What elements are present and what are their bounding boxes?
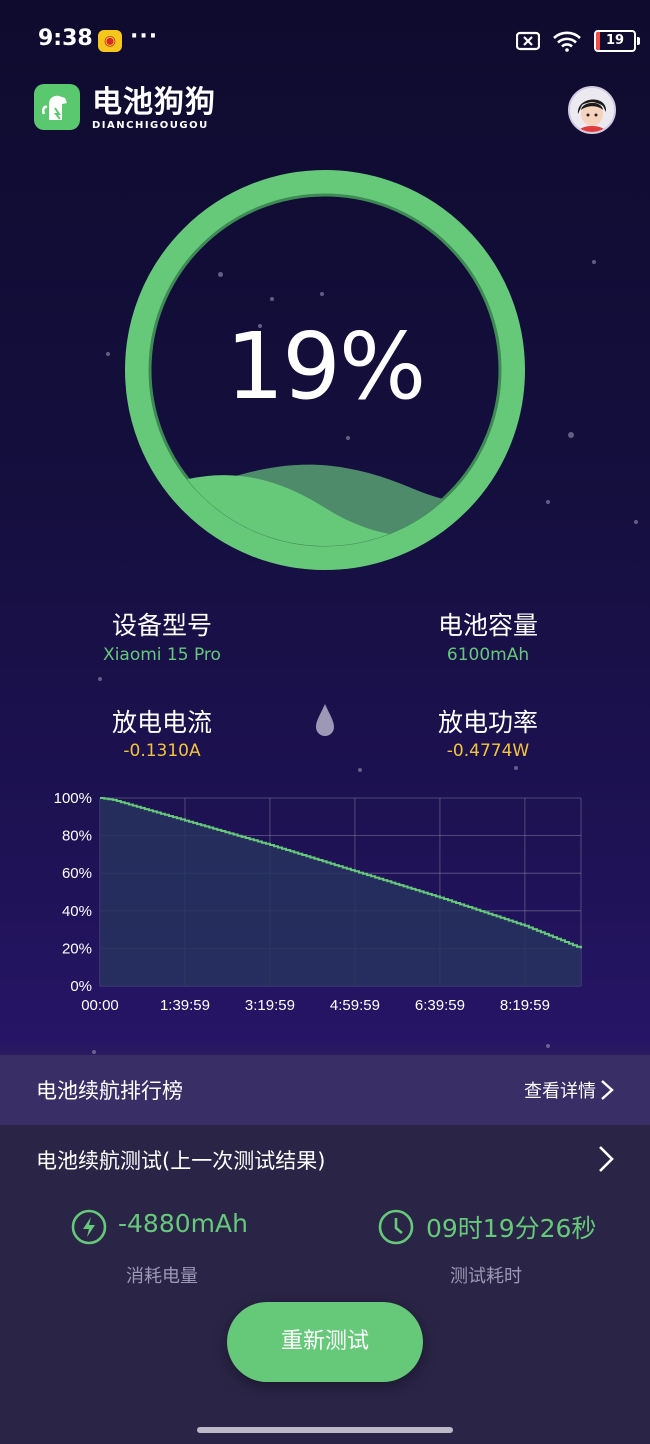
chevron-right-icon	[601, 1080, 614, 1100]
endurance-card: 电池续航测试(上一次测试结果) -4880mAh 消耗电量 09时19分26秒 …	[0, 1125, 650, 1444]
star-dot	[546, 500, 550, 504]
chart-y-tick: 100%	[54, 790, 92, 807]
battery-percent: 19%	[225, 313, 426, 420]
star-dot	[592, 260, 596, 264]
current-label: 放电电流	[111, 708, 212, 737]
dog-logo-icon	[41, 95, 67, 120]
ranking-title: 电池续航排行榜	[36, 1079, 183, 1103]
app-brand: 电池狗狗 DIANCHIGOUGOU	[92, 86, 216, 132]
capacity-label: 电池容量	[437, 611, 538, 640]
status-icons: 19	[516, 30, 640, 52]
battery-indicator: 19	[594, 30, 640, 52]
ranking-details-link[interactable]: 查看详情	[524, 1077, 596, 1103]
app-logo	[34, 84, 80, 130]
consumption-value: -4880mAh	[118, 1209, 248, 1238]
star-dot	[358, 768, 362, 772]
weibo-icon: ◉	[98, 30, 122, 52]
app-name: 电池狗狗	[92, 85, 216, 120]
chart-y-tick: 60%	[62, 865, 92, 882]
star-dot	[546, 1044, 550, 1048]
star-dot	[106, 352, 110, 356]
chart-x-tick: 3:19:59	[245, 997, 295, 1014]
chart-y-tick: 40%	[62, 903, 92, 920]
chart-y-tick: 20%	[62, 940, 92, 957]
star-dot	[98, 677, 102, 681]
status-time: 9:38	[38, 26, 93, 51]
duration-label: 测试耗时	[450, 1266, 522, 1287]
model-value: Xiaomi 15 Pro	[103, 645, 221, 665]
home-indicator[interactable]	[197, 1427, 453, 1433]
avatar-image	[570, 88, 614, 132]
ranking-row[interactable]: 电池续航排行榜 查看详情	[0, 1055, 650, 1125]
lightning-icon	[71, 1209, 107, 1245]
chart-x-tick: 4:59:59	[330, 997, 380, 1014]
chart-x-tick: 8:19:59	[500, 997, 550, 1014]
retest-button[interactable]: 重新测试	[227, 1302, 423, 1382]
wifi-icon	[553, 31, 581, 52]
star-dot	[514, 766, 518, 770]
chart-x-tick: 00:00	[81, 997, 119, 1014]
star-dot	[92, 1050, 96, 1054]
sim-off-icon	[516, 31, 540, 51]
consumption-label: 消耗电量	[126, 1266, 198, 1287]
app-name-en: DIANCHIGOUGOU	[92, 120, 209, 131]
power-label: 放电功率	[437, 708, 538, 737]
star-dot	[634, 520, 638, 524]
user-avatar[interactable]	[568, 86, 616, 134]
chart-area	[100, 798, 581, 986]
chart-x-tick: 6:39:59	[415, 997, 465, 1014]
model-label: 设备型号	[111, 611, 212, 640]
star-dot	[568, 432, 574, 438]
chart-y-tick: 80%	[62, 828, 92, 845]
chart-x-tick: 1:39:59	[160, 997, 210, 1014]
chevron-right-icon[interactable]	[598, 1145, 614, 1173]
more-notifications-icon: ···	[130, 24, 159, 49]
current-value: -0.1310A	[123, 741, 201, 761]
status-bar: 9:38 ◉ ··· 19	[0, 0, 650, 80]
clock-icon	[378, 1209, 414, 1245]
discharge-chart: 100% 80% 60% 40% 20% 0% 00:00 1:39:59 3:19:59 4:…	[54, 790, 582, 1014]
endurance-title[interactable]: 电池续航测试(上一次测试结果)	[36, 1145, 325, 1175]
duration-value: 09时19分26秒	[426, 1214, 597, 1243]
power-value: -0.4774W	[446, 741, 530, 761]
capacity-value: 6100mAh	[446, 645, 530, 665]
drop-icon	[316, 704, 334, 736]
chart-y-tick: 0%	[70, 978, 92, 995]
